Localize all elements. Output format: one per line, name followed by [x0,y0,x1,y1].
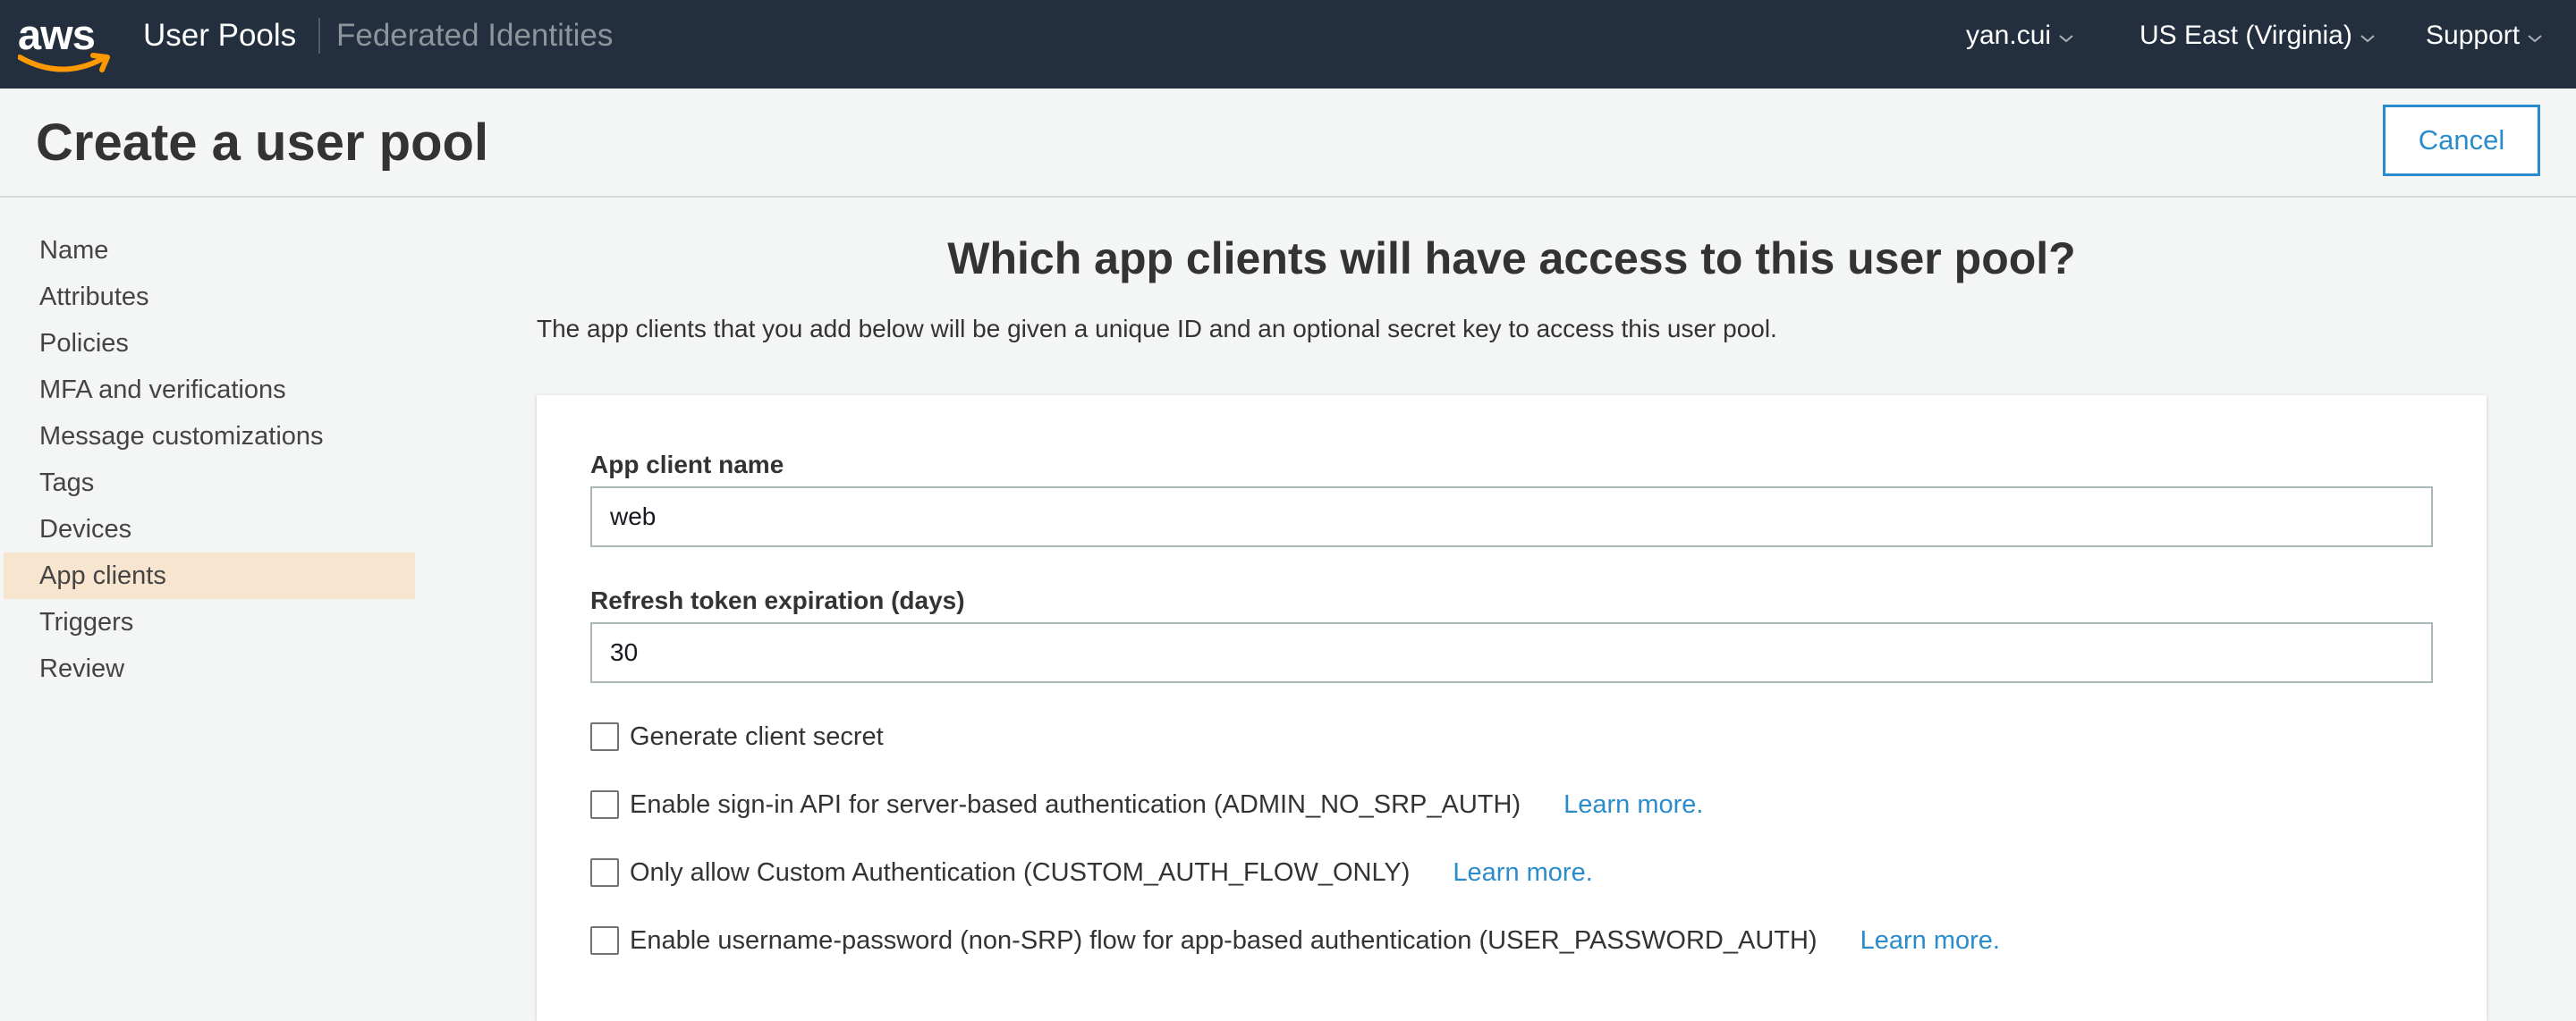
sidebar-item-devices[interactable]: Devices [0,506,417,553]
sidebar-item-app-clients[interactable]: App clients [4,553,415,599]
admin-no-srp-auth-checkbox[interactable] [590,790,619,819]
user-menu-label: yan.cui [1966,21,2052,50]
chevron-down-icon [2527,18,2543,54]
app-client-form-card: App client name Refresh token expiration… [537,395,2487,1021]
aws-smile-icon [18,53,110,72]
chevron-down-icon [2058,18,2074,54]
sidebar-item-review[interactable]: Review [0,646,417,692]
region-menu[interactable]: US East (Virginia) [2140,18,2376,54]
sidebar-item-name[interactable]: Name [0,227,417,274]
chevron-down-icon [2360,18,2376,54]
sidebar-item-attributes[interactable]: Attributes [0,274,417,320]
page-title: Create a user pool [36,114,489,172]
admin-no-srp-auth-option[interactable]: Enable sign-in API for server-based auth… [590,787,1703,823]
refresh-token-expiration-input[interactable] [590,622,2433,683]
user-password-auth-option[interactable]: Enable username-password (non-SRP) flow … [590,923,2000,958]
sidebar-item-mfa-and-verifications[interactable]: MFA and verifications [0,367,417,413]
user-menu[interactable]: yan.cui [1966,18,2074,54]
app-client-name-input[interactable] [590,486,2433,547]
generate-client-secret-checkbox[interactable] [590,722,619,751]
section-description: The app clients that you add below will … [537,315,1777,342]
support-menu[interactable]: Support [2426,18,2543,54]
custom-auth-flow-only-learn-more-link[interactable]: Learn more. [1453,855,1592,890]
custom-auth-flow-only-checkbox[interactable] [590,858,619,887]
refresh-token-expiration-label: Refresh token expiration (days) [590,586,965,614]
generate-client-secret-option[interactable]: Generate client secret [590,719,884,755]
wizard-steps-sidebar: Name Attributes Policies MFA and verific… [0,227,417,692]
sidebar-item-message-customizations[interactable]: Message customizations [0,413,417,460]
top-navigation-bar: aws User Pools Federated Identities yan.… [0,0,2576,89]
sidebar-item-tags[interactable]: Tags [0,460,417,506]
user-password-auth-learn-more-link[interactable]: Learn more. [1860,923,2000,958]
nav-divider [318,18,320,54]
nav-federated-identities-link[interactable]: Federated Identities [336,16,613,55]
admin-no-srp-auth-learn-more-link[interactable]: Learn more. [1563,787,1703,823]
aws-logo-text: aws [18,11,96,58]
app-client-name-label: App client name [590,451,784,478]
page-header: Create a user pool Cancel [0,89,2576,198]
sidebar-item-triggers[interactable]: Triggers [0,599,417,646]
custom-auth-flow-only-option[interactable]: Only allow Custom Authentication (CUSTOM… [590,855,1593,890]
region-menu-label: US East (Virginia) [2140,21,2352,50]
generate-client-secret-label: Generate client secret [630,722,884,751]
sidebar-item-policies[interactable]: Policies [0,320,417,367]
cancel-button[interactable]: Cancel [2383,105,2540,176]
aws-logo[interactable]: aws [18,13,111,75]
user-password-auth-checkbox[interactable] [590,926,619,955]
section-heading: Which app clients will have access to th… [947,233,2076,283]
nav-user-pools-link[interactable]: User Pools [143,16,296,55]
admin-no-srp-auth-label: Enable sign-in API for server-based auth… [630,790,1521,819]
custom-auth-flow-only-label: Only allow Custom Authentication (CUSTOM… [630,858,1411,887]
user-password-auth-label: Enable username-password (non-SRP) flow … [630,926,1818,955]
support-menu-label: Support [2426,21,2521,50]
